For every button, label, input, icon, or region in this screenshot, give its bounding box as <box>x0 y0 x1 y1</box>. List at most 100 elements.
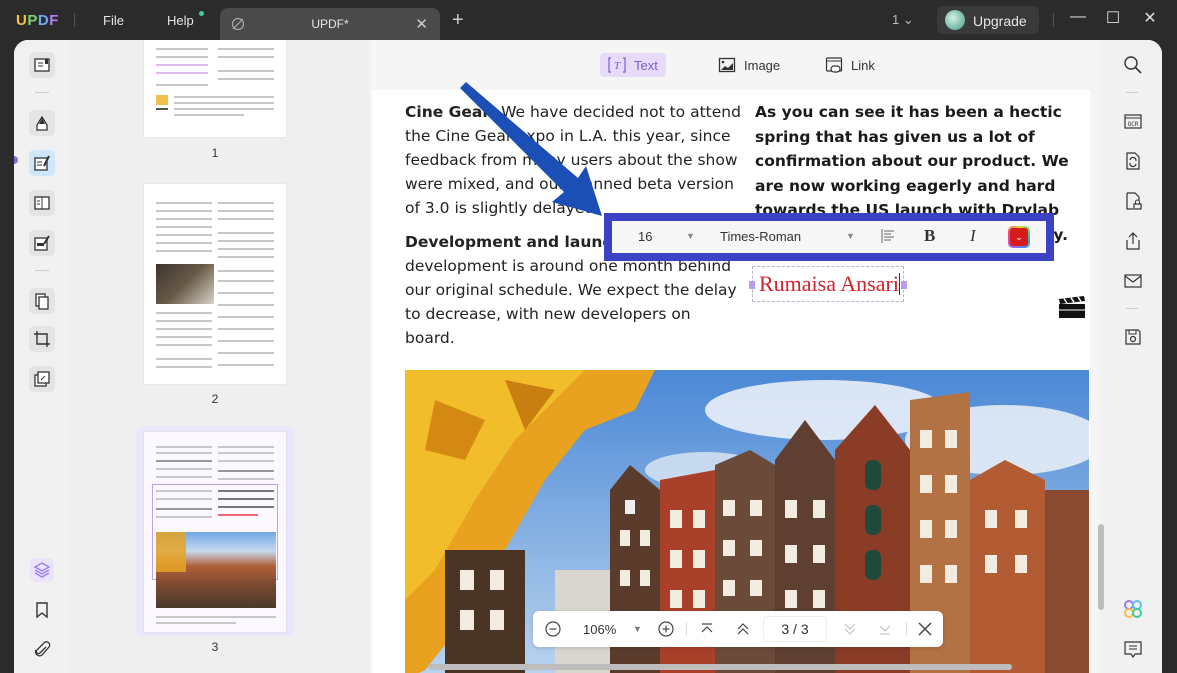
logo-letter: F <box>49 12 59 29</box>
active-indicator <box>14 156 18 164</box>
zoom-dropdown-icon[interactable]: ▼ <box>633 624 642 634</box>
document-tab[interactable]: UPDF* ✕ <box>220 8 440 40</box>
previous-page-button[interactable] <box>733 622 753 636</box>
close-window-button[interactable]: ✕ <box>1138 8 1162 28</box>
share-icon <box>1126 232 1140 250</box>
maximize-button[interactable]: ☐ <box>1101 8 1125 28</box>
zoom-level[interactable]: 106% <box>583 622 616 637</box>
zoom-out-button[interactable] <box>543 621 563 637</box>
divider <box>1126 308 1138 309</box>
edit-document-icon <box>34 155 50 171</box>
next-page-button[interactable] <box>840 622 860 636</box>
layers-button[interactable] <box>30 558 54 582</box>
text-format-toolbar: 16 ▼ Times-Roman ▼ B I ⌄ <box>612 221 1046 253</box>
menu-help[interactable]: Help <box>167 13 194 28</box>
lock-document-icon <box>1126 192 1142 210</box>
layers-copy-icon <box>34 371 50 387</box>
ocr-icon: OCR <box>1124 114 1142 129</box>
book-icon <box>34 58 50 72</box>
caret-down-icon[interactable]: ▼ <box>686 231 695 241</box>
close-nav-bar-button[interactable] <box>915 621 935 637</box>
edit-pdf-button[interactable] <box>29 150 55 176</box>
page-layout-icon <box>34 196 50 210</box>
signature-text[interactable]: Rumaisa Ansari <box>759 271 900 297</box>
page-thumbnail-3[interactable] <box>144 432 286 632</box>
text-color-picker[interactable]: ⌄ <box>1008 226 1030 248</box>
mail-icon <box>1124 274 1142 288</box>
attachments-button[interactable] <box>30 638 54 662</box>
fill-sign-button[interactable] <box>29 230 55 256</box>
avatar <box>945 10 965 30</box>
divider <box>35 92 49 93</box>
email-button[interactable] <box>1122 270 1144 292</box>
page-navigation-bar: 106% ▼ 3 / 3 <box>533 611 943 647</box>
page-thumbnail-1[interactable] <box>144 40 286 137</box>
page-number-input[interactable]: 3 / 3 <box>763 616 827 642</box>
first-page-button[interactable] <box>697 622 717 636</box>
ocr-button[interactable]: OCR <box>1122 110 1144 132</box>
search-button[interactable] <box>1122 54 1144 76</box>
watermark-button[interactable] <box>29 366 55 392</box>
left-toolbar <box>14 40 70 673</box>
text-label: Text <box>634 57 658 73</box>
resize-handle-left[interactable] <box>749 281 755 289</box>
protect-button[interactable] <box>1122 190 1144 212</box>
italic-button[interactable]: I <box>970 226 976 246</box>
menu-file[interactable]: File <box>103 13 124 28</box>
divider <box>1053 13 1054 27</box>
save-icon <box>1125 329 1141 345</box>
resize-handle-right[interactable] <box>901 281 907 289</box>
logo-letter: D <box>37 12 50 29</box>
crop-button[interactable] <box>29 326 55 352</box>
bold-button[interactable]: B <box>924 226 935 246</box>
svg-text:OCR: OCR <box>1128 121 1139 128</box>
highlighter-icon <box>36 115 48 131</box>
minimize-button[interactable]: — <box>1066 8 1090 26</box>
add-link-button[interactable]: Link <box>817 53 883 77</box>
close-tab-icon[interactable]: ✕ <box>415 15 428 33</box>
page-number-label: 1 <box>211 146 219 160</box>
tab-title: UPDF* <box>311 17 349 31</box>
convert-button[interactable] <box>1122 150 1144 172</box>
font-family-select[interactable]: Times-Roman <box>720 229 801 244</box>
share-button[interactable] <box>1122 230 1144 252</box>
caret-down-icon[interactable]: ▼ <box>846 231 855 241</box>
window-count-dropdown[interactable]: 1 ⌄ <box>892 12 914 28</box>
signature-text-box[interactable]: Rumaisa Ansari <box>749 266 907 302</box>
divider <box>74 13 75 27</box>
page-number-label: 3 <box>211 640 219 654</box>
ai-assistant-button[interactable] <box>1122 598 1144 620</box>
title-bar: UPDF File Help UPDF* ✕ + 1 ⌄ Upgrade — ☐… <box>0 0 1177 40</box>
window-count: 1 <box>892 12 900 27</box>
reader-mode-button[interactable] <box>29 52 55 78</box>
comments-button[interactable] <box>1122 638 1144 660</box>
horizontal-scrollbar[interactable] <box>428 664 1012 670</box>
add-text-button[interactable]: T Text <box>600 53 666 77</box>
svg-text:T: T <box>614 60 621 72</box>
upgrade-button[interactable]: Upgrade <box>937 6 1039 34</box>
vertical-scrollbar[interactable] <box>1098 524 1104 610</box>
add-image-button[interactable]: Image <box>710 53 788 77</box>
convert-document-icon <box>1126 152 1140 170</box>
paragraph-cine-gear[interactable]: Cine Gear: We have decided not to attend… <box>405 100 745 220</box>
align-left-icon[interactable] <box>880 228 896 244</box>
page-tools-button[interactable] <box>29 288 55 314</box>
organize-pages-button[interactable] <box>29 190 55 216</box>
bookmarks-button[interactable] <box>30 598 54 622</box>
font-size-select[interactable]: 16 <box>638 229 652 244</box>
search-icon <box>1124 56 1142 74</box>
comment-mode-button[interactable] <box>29 110 55 136</box>
clapperboard-icon <box>1059 296 1085 318</box>
chevron-down-icon: ⌄ <box>1010 228 1028 246</box>
new-tab-button[interactable]: + <box>452 9 464 32</box>
divider <box>35 270 49 271</box>
divider <box>1126 92 1138 93</box>
pages-icon <box>35 293 49 310</box>
text-cursor <box>898 273 900 295</box>
page-thumbnail-2[interactable] <box>144 184 286 384</box>
pdf-page: Cine Gear: We have decided not to attend… <box>372 90 1090 673</box>
save-button[interactable] <box>1122 326 1144 348</box>
zoom-in-button[interactable] <box>656 621 676 637</box>
link-icon <box>825 57 843 73</box>
last-page-button[interactable] <box>875 622 895 636</box>
